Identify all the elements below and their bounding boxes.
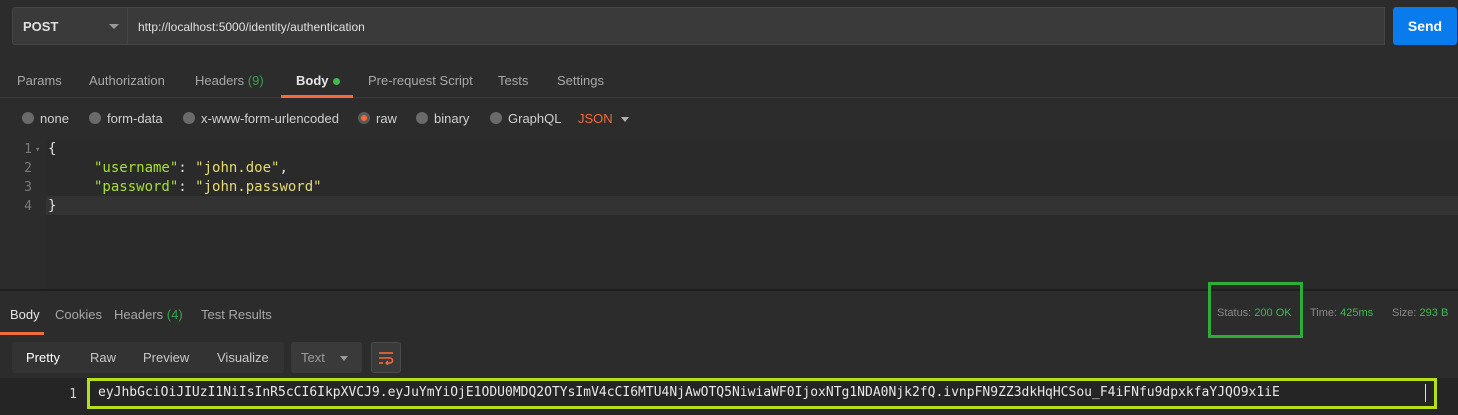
jwt-token-text[interactable]: eyJhbGciOiJIUzI1NiIsInR5cCI6IkpXVCJ9.eyJ…	[98, 385, 1280, 400]
chevron-down-icon	[109, 24, 119, 29]
code-line-username: "username": "john.doe",	[94, 160, 288, 176]
tab-headers[interactable]: Headers (9)	[195, 73, 264, 88]
view-pretty-button[interactable]: Pretty	[26, 350, 60, 365]
radio-urlencoded-label[interactable]: x-www-form-urlencoded	[201, 111, 339, 126]
url-input[interactable]: http://localhost:5000/identity/authentic…	[128, 7, 1385, 45]
json-key: "username"	[94, 160, 179, 176]
tab-pre-request-script[interactable]: Pre-request Script	[368, 73, 473, 88]
radio-none[interactable]	[22, 112, 34, 124]
tab-tests[interactable]: Tests	[498, 73, 528, 88]
radio-graphql-label[interactable]: GraphQL	[508, 111, 561, 126]
tab-settings[interactable]: Settings	[557, 73, 604, 88]
request-body-editor[interactable]: 1 2 3 4 ▾ { "username": "john.doe", "pas…	[0, 140, 1458, 290]
json-colon: :	[178, 179, 196, 195]
fold-arrow-icon[interactable]: ▾	[35, 145, 40, 155]
radio-raw[interactable]	[358, 112, 370, 124]
response-tab-headers-label: Headers	[114, 307, 164, 322]
wrap-lines-button[interactable]	[371, 342, 401, 373]
modified-dot-icon	[332, 78, 340, 86]
tab-params[interactable]: Params	[17, 73, 62, 88]
tab-authorization[interactable]: Authorization	[89, 73, 165, 88]
radio-form-data-label[interactable]: form-data	[107, 111, 163, 126]
method-select[interactable]: POST	[12, 7, 128, 45]
json-key: "password"	[94, 179, 179, 195]
send-button[interactable]: Send	[1393, 7, 1457, 45]
radio-binary-label[interactable]: binary	[434, 111, 469, 126]
language-select[interactable]: JSON	[578, 111, 613, 126]
size-value: 293 B	[1419, 307, 1449, 319]
headers-count: (9)	[247, 73, 264, 88]
radio-graphql[interactable]	[490, 112, 502, 124]
url-bar: POST http://localhost:5000/identity/auth…	[0, 0, 1458, 54]
response-tab-body[interactable]: Body	[10, 307, 40, 322]
current-line-highlight	[46, 196, 1458, 215]
line-number: 2	[24, 161, 32, 176]
active-response-tab-indicator	[0, 332, 44, 335]
line-number: 1	[69, 387, 77, 402]
line-number: 1	[24, 142, 32, 157]
format-select[interactable]: Text	[291, 342, 362, 373]
text-cursor	[1425, 384, 1426, 402]
view-mode-toolbar: Pretty Raw Preview Visualize	[12, 342, 284, 373]
response-tab-cookies[interactable]: Cookies	[55, 307, 102, 322]
time-label: Time:	[1310, 307, 1338, 319]
status-label: Status:	[1217, 307, 1252, 319]
json-value: "john.password"	[195, 179, 322, 195]
size-label: Size:	[1392, 307, 1417, 319]
tab-body-label: Body	[296, 73, 329, 88]
view-visualize-button[interactable]: Visualize	[217, 350, 269, 365]
chevron-down-icon[interactable]	[621, 117, 629, 122]
view-raw-button[interactable]: Raw	[90, 350, 116, 365]
view-preview-button[interactable]: Preview	[143, 350, 189, 365]
line-number: 4	[24, 199, 32, 214]
json-value: "john.doe"	[195, 160, 280, 176]
line-number: 3	[24, 180, 32, 195]
url-value: http://localhost:5000/identity/authentic…	[138, 20, 365, 34]
request-tabs: Params Authorization Headers (9) Body Pr…	[0, 62, 1458, 98]
format-label: Text	[301, 350, 325, 365]
code-line-password: "password": "john.password"	[94, 179, 322, 195]
radio-form-data[interactable]	[89, 112, 101, 124]
radio-raw-label[interactable]: raw	[376, 111, 397, 126]
response-size[interactable]: Size: 293 B	[1392, 307, 1448, 319]
response-tab-test-results[interactable]: Test Results	[201, 307, 272, 322]
tab-headers-label: Headers	[195, 73, 245, 88]
code-open-brace: {	[48, 141, 57, 157]
method-label: POST	[23, 19, 59, 34]
body-type-selector: none form-data x-www-form-urlencoded raw…	[0, 104, 1458, 134]
chevron-down-icon	[340, 356, 348, 361]
radio-urlencoded[interactable]	[183, 112, 195, 124]
radio-none-label[interactable]: none	[40, 111, 69, 126]
response-time[interactable]: Time: 425ms	[1310, 307, 1373, 319]
response-headers-count: (4)	[166, 307, 183, 322]
wrap-lines-icon	[379, 351, 394, 365]
response-tab-headers[interactable]: Headers (4)	[114, 307, 183, 322]
json-comma: ,	[279, 160, 288, 176]
status-value: 200 OK	[1254, 307, 1292, 319]
active-tab-indicator	[281, 95, 353, 98]
radio-binary[interactable]	[416, 112, 428, 124]
json-colon: :	[178, 160, 196, 176]
response-status: Status: 200 OK	[1217, 307, 1292, 319]
editor-gutter: 1 2 3 4 ▾	[0, 140, 46, 290]
tab-body[interactable]: Body	[296, 73, 340, 88]
code-close-brace: }	[48, 198, 57, 214]
time-value: 425ms	[1340, 307, 1374, 319]
